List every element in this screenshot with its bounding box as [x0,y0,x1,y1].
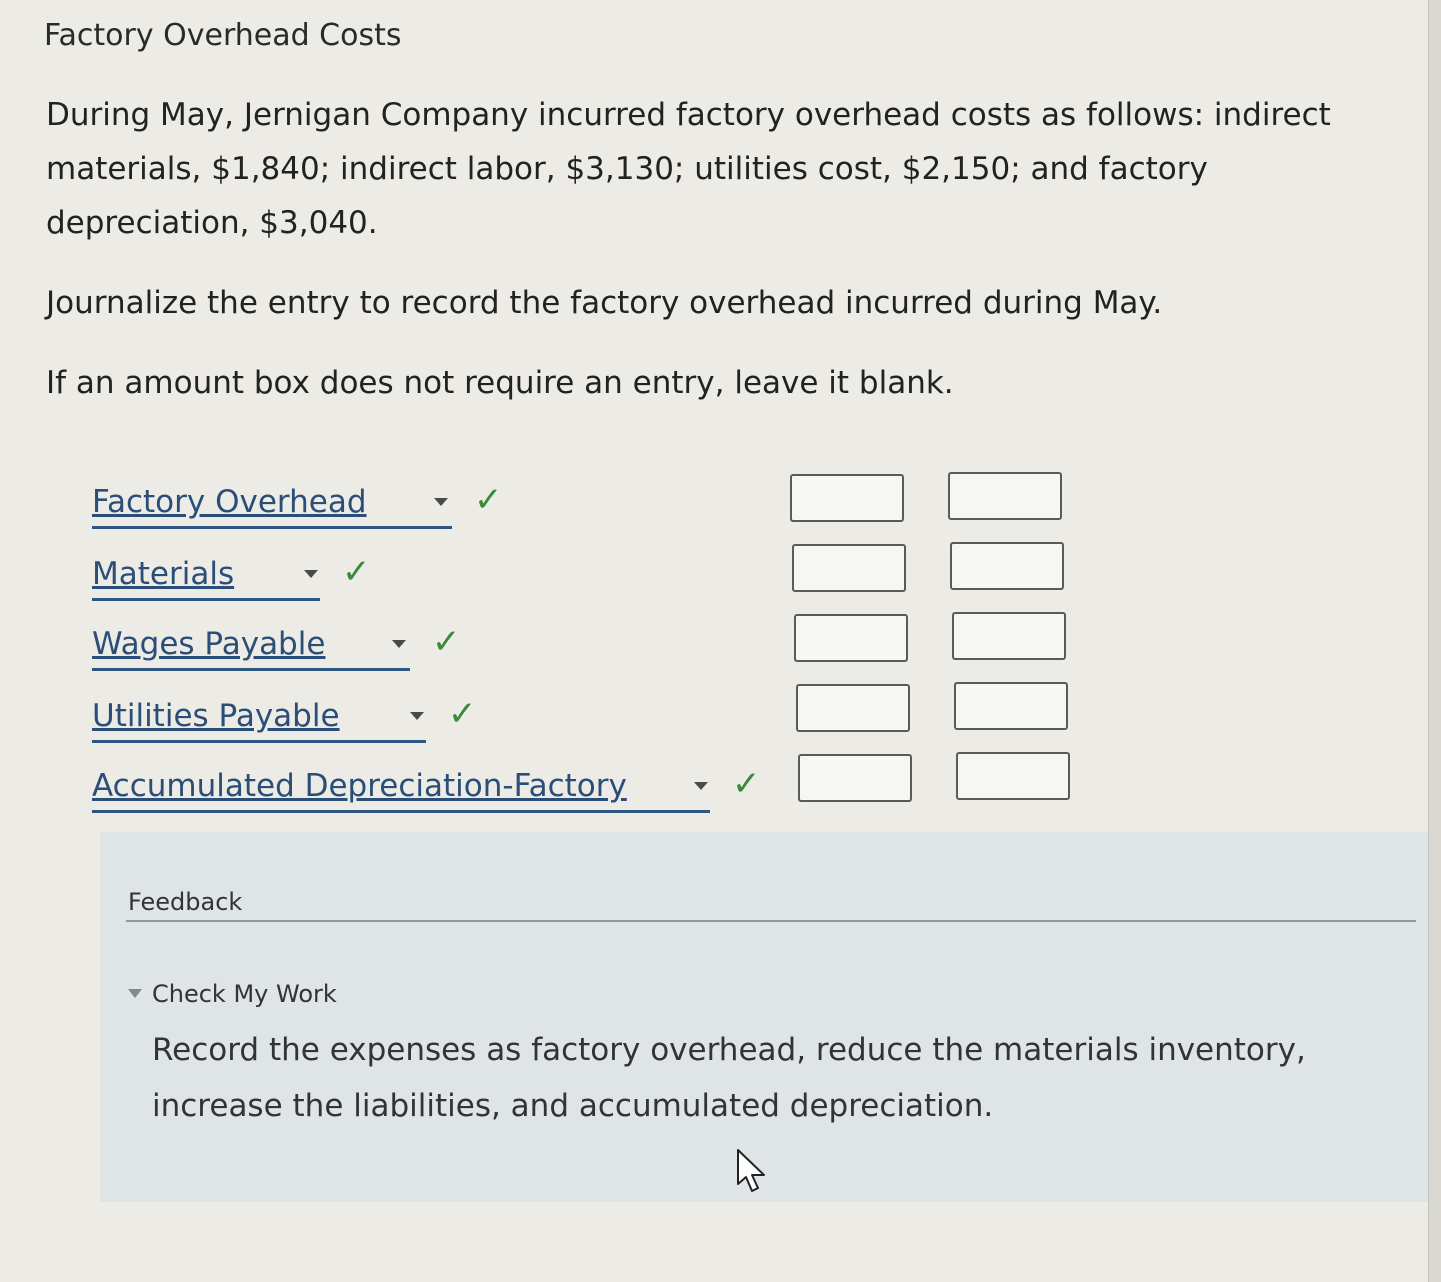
correct-check-icon: ✓ [342,552,371,592]
account-select-accumulated-depreciation-factory[interactable]: Accumulated Depreciation-Factory [92,766,710,813]
problem-text: During May, Jernigan Company incurred fa… [46,97,1331,241]
correct-check-icon: ✓ [474,480,503,520]
credit-amount-input[interactable] [954,682,1068,730]
correct-check-icon: ✓ [448,694,477,734]
page: Factory Overhead Costs During May, Jerni… [0,0,1428,1282]
journal-row: Materials ✓ [92,552,1092,604]
credit-amount-input[interactable] [948,472,1062,520]
scrollbar-edge [1428,0,1441,1282]
credit-amount-input[interactable] [952,612,1066,660]
journal-row: Factory Overhead ✓ [92,480,1092,532]
dropdown-caret-icon [410,712,424,720]
dropdown-caret-icon [694,782,708,790]
journal-row: Accumulated Depreciation-Factory ✓ [92,764,1092,816]
debit-amount-input[interactable] [794,614,908,662]
instruction-text: Journalize the entry to record the facto… [46,285,1163,321]
account-select-factory-overhead[interactable]: Factory Overhead [92,482,452,529]
feedback-heading: Feedback [128,888,243,916]
feedback-text: Record the expenses as factory overhead,… [152,1032,1306,1124]
account-label: Accumulated Depreciation-Factory [92,768,627,804]
credit-amount-input[interactable] [950,542,1064,590]
check-my-work-label: Check My Work [152,980,337,1008]
expand-triangle-icon [128,989,142,998]
debit-amount-input[interactable] [798,754,912,802]
account-select-materials[interactable]: Materials [92,554,320,601]
account-label: Utilities Payable [92,698,340,734]
correct-check-icon: ✓ [432,622,461,662]
feedback-divider [126,920,1416,922]
account-label: Factory Overhead [92,484,367,520]
account-select-utilities-payable[interactable]: Utilities Payable [92,696,426,743]
mouse-pointer-icon [737,1149,765,1192]
feedback-panel: Feedback Check My Work Record the expens… [100,832,1428,1202]
debit-amount-input[interactable] [792,544,906,592]
credit-amount-input[interactable] [956,752,1070,800]
dropdown-caret-icon [304,570,318,578]
debit-amount-input[interactable] [790,474,904,522]
page-title: Factory Overhead Costs [44,18,402,53]
journal-row: Wages Payable ✓ [92,622,1092,674]
account-select-wages-payable[interactable]: Wages Payable [92,624,410,671]
account-label: Materials [92,556,235,592]
note-text: If an amount box does not require an ent… [46,365,954,401]
check-my-work-toggle[interactable]: Check My Work [128,980,337,1008]
account-label: Wages Payable [92,626,326,662]
journal-row: Utilities Payable ✓ [92,694,1092,746]
debit-amount-input[interactable] [796,684,910,732]
correct-check-icon: ✓ [732,764,761,804]
dropdown-caret-icon [392,640,406,648]
dropdown-caret-icon [434,498,448,506]
